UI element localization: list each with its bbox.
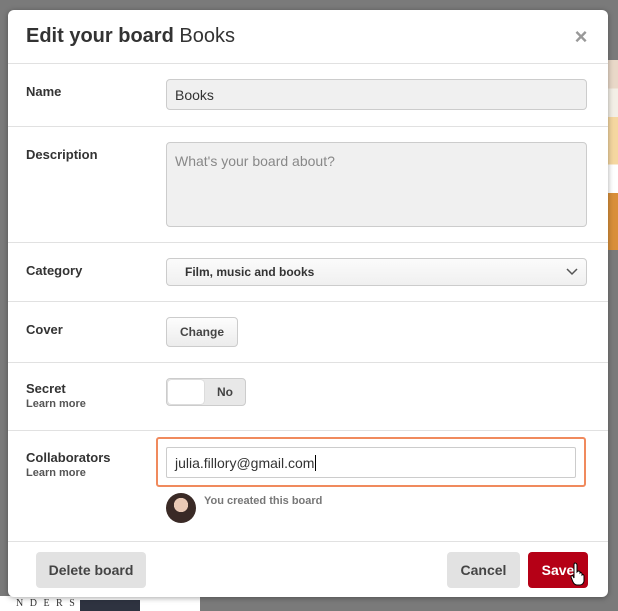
collaborators-label: Collaborators	[26, 450, 111, 465]
edit-board-dialog: Edit your board Books × Name Books Descr…	[8, 10, 608, 597]
dialog-header: Edit your board Books ×	[8, 10, 608, 64]
board-owner-note: You created this board	[204, 495, 323, 507]
background-partial-text: N D E R S	[16, 598, 77, 609]
category-field-col: Film, music and books	[166, 258, 608, 301]
name-row: Name Books	[8, 64, 608, 127]
category-selected-value: Film, music and books	[185, 265, 315, 279]
dialog-footer: Delete board Cancel Save	[8, 542, 608, 597]
collaborators-input[interactable]: julia.fillory@gmail.com	[166, 447, 576, 478]
background-page-right-edge	[608, 60, 618, 250]
dialog-title-board-name: Books	[173, 25, 235, 47]
collaborators-row: Collaborators Learn more julia.fillory@g…	[8, 431, 608, 542]
toggle-label: No	[217, 385, 233, 399]
description-field-col: What's your board about?	[166, 142, 608, 242]
collaborators-learn-more-link[interactable]: Learn more	[26, 467, 166, 479]
category-label: Category	[26, 263, 83, 278]
cancel-button[interactable]: Cancel	[447, 552, 520, 588]
description-textarea[interactable]: What's your board about?	[166, 142, 587, 227]
secret-field-col: No	[166, 378, 608, 430]
delete-board-button[interactable]: Delete board	[36, 552, 146, 588]
name-label: Name	[26, 84, 62, 99]
cover-row: Cover Change	[8, 302, 608, 363]
name-field-col: Books	[166, 79, 608, 126]
background-image-fragment	[80, 600, 140, 611]
secret-label: Secret	[26, 381, 66, 396]
secret-toggle[interactable]: No	[166, 378, 246, 406]
cover-label-col: Cover	[26, 322, 166, 362]
category-label-col: Category	[26, 263, 166, 301]
description-label: Description	[26, 147, 98, 162]
name-label-col: Name	[26, 84, 166, 126]
text-caret	[315, 454, 317, 471]
dialog-title: Edit your board Books	[26, 25, 235, 48]
collaborators-input-value: julia.fillory@gmail.com	[175, 454, 315, 471]
cover-label: Cover	[26, 322, 63, 337]
change-cover-button[interactable]: Change	[166, 317, 238, 347]
toggle-knob	[168, 380, 204, 404]
dialog-title-bold: Edit your board	[26, 25, 174, 47]
category-select[interactable]: Film, music and books	[166, 258, 587, 286]
description-row: Description What's your board about?	[8, 127, 608, 243]
collaborators-label-col: Collaborators Learn more	[26, 450, 166, 541]
description-label-col: Description	[26, 147, 166, 242]
chevron-down-icon	[566, 268, 578, 276]
secret-learn-more-link[interactable]: Learn more	[26, 398, 166, 410]
category-row: Category Film, music and books	[8, 243, 608, 302]
hand-pointer-icon	[570, 562, 585, 586]
cover-field-col: Change	[166, 317, 608, 362]
secret-row: Secret Learn more No	[8, 363, 608, 431]
close-icon[interactable]: ×	[572, 26, 590, 48]
avatar	[166, 493, 196, 523]
name-input[interactable]: Books	[166, 79, 587, 110]
secret-label-col: Secret Learn more	[26, 381, 166, 430]
